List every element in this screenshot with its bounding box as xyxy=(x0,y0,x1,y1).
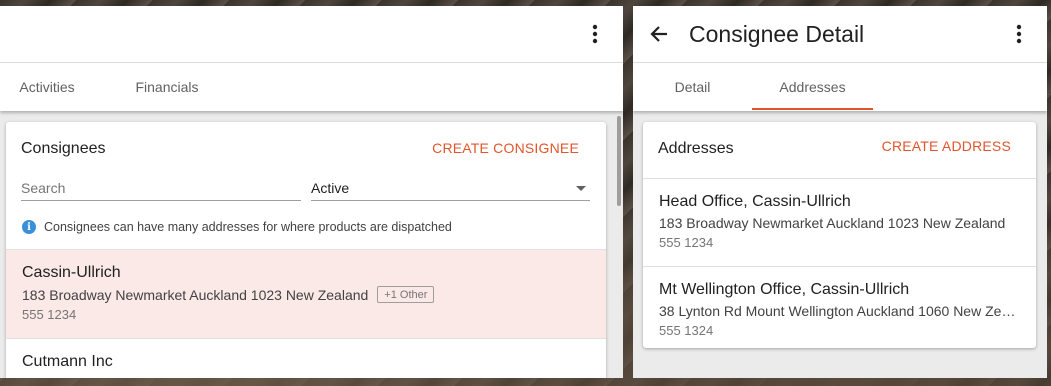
address-name: Head Office, Cassin-Ullrich xyxy=(659,193,851,210)
address-text: 183 Broadway Newmarket Auckland 1023 New… xyxy=(659,215,1006,231)
more-vert-icon[interactable] xyxy=(1005,20,1033,48)
consignee-address: 183 Broadway Newmarket Auckland 1023 New… xyxy=(22,286,369,303)
info-icon: i xyxy=(22,220,36,234)
consignee-phone: 555 1234 xyxy=(22,307,77,322)
consignees-title: Consignees xyxy=(21,140,106,157)
search-input[interactable] xyxy=(21,177,301,199)
address-line: 38 Lynton Rd Mount Wellington Auckland 1… xyxy=(659,303,1020,319)
page-title: Consignee Detail xyxy=(689,20,865,47)
consignee-name: Cassin-Ullrich xyxy=(22,264,121,281)
right-app-bar: Consignee Detail xyxy=(633,6,1047,63)
address-text: 38 Lynton Rd Mount Wellington Auckland 1… xyxy=(659,303,1020,319)
search-field[interactable] xyxy=(21,177,301,201)
addresses-card-header: Addresses CREATE ADDRESS xyxy=(643,122,1036,178)
chevron-down-icon xyxy=(576,186,586,191)
status-select[interactable]: Active xyxy=(311,177,590,201)
address-row[interactable]: Head Office, Cassin-Ullrich 183 Broadway… xyxy=(643,178,1036,266)
status-select-value: Active xyxy=(311,180,350,196)
consignees-card: Consignees CREATE CONSIGNEE Active i Con… xyxy=(6,122,606,378)
left-app-bar xyxy=(0,6,623,63)
address-name: Mt Wellington Office, Cassin-Ullrich xyxy=(659,281,910,298)
tab-financials[interactable]: Financials xyxy=(94,63,240,111)
consignee-name: Cutmann Inc xyxy=(22,353,113,370)
info-text: Consignees can have many addresses for w… xyxy=(44,220,452,234)
create-consignee-button[interactable]: CREATE CONSIGNEE xyxy=(432,140,579,156)
tab-addresses[interactable]: Addresses xyxy=(752,63,873,111)
address-phone: 555 1234 xyxy=(659,235,714,250)
consignee-row[interactable]: Cassin-Ullrich 183 Broadway Newmarket Au… xyxy=(6,249,606,338)
consignees-pane: Activities Financials Consignees CREATE … xyxy=(0,6,623,378)
more-vert-icon[interactable] xyxy=(581,20,609,48)
right-tabs: Detail Addresses xyxy=(633,63,1047,111)
addresses-title: Addresses xyxy=(658,140,734,157)
consignee-row[interactable]: Cutmann Inc xyxy=(6,338,606,378)
address-line: 183 Broadway Newmarket Auckland 1023 New… xyxy=(659,215,1020,231)
other-addresses-badge: +1 Other xyxy=(377,286,435,303)
addresses-card: Addresses CREATE ADDRESS Head Office, Ca… xyxy=(643,122,1036,348)
left-tabs: Activities Financials xyxy=(0,63,623,111)
scrollbar[interactable] xyxy=(617,116,621,206)
consignees-card-header: Consignees CREATE CONSIGNEE xyxy=(6,122,606,158)
info-message: i Consignees can have many addresses for… xyxy=(22,220,452,234)
consignee-detail-pane: Consignee Detail Detail Addresses Addres… xyxy=(633,6,1047,378)
create-address-button[interactable]: CREATE ADDRESS xyxy=(882,138,1011,154)
address-phone: 555 1324 xyxy=(659,323,714,338)
tab-activities[interactable]: Activities xyxy=(0,63,94,111)
consignee-address-line: 183 Broadway Newmarket Auckland 1023 New… xyxy=(22,286,590,303)
address-row[interactable]: Mt Wellington Office, Cassin-Ullrich 38 … xyxy=(643,266,1036,348)
tab-detail[interactable]: Detail xyxy=(633,63,752,111)
back-arrow-icon[interactable] xyxy=(645,20,673,48)
